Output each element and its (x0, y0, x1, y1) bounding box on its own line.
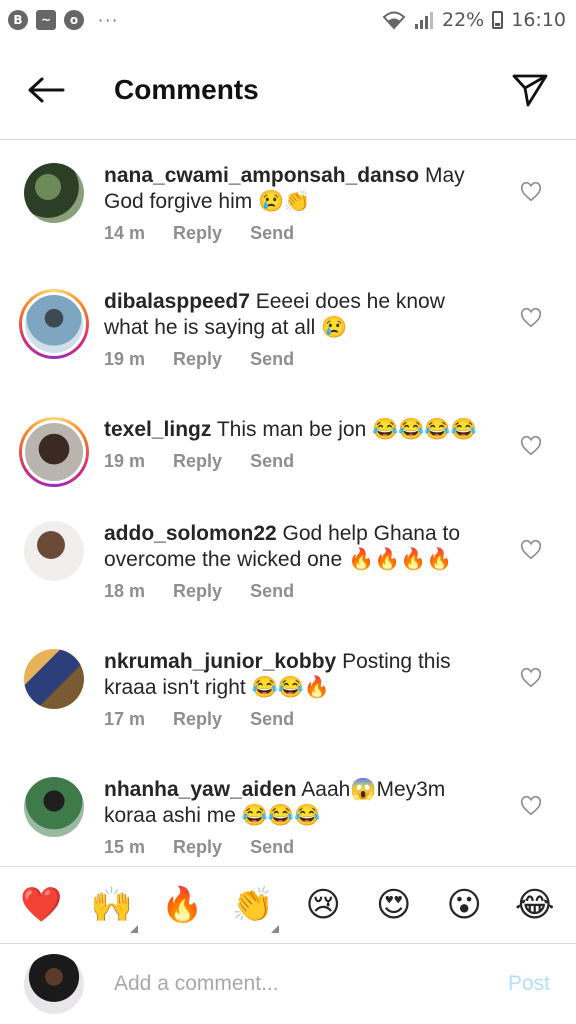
username-link[interactable]: nhanha_yaw_aiden (104, 778, 297, 801)
comment-text: nana_cwami_amponsah_danso May God forgiv… (104, 163, 492, 215)
username-link[interactable]: addo_solomon22 (104, 522, 277, 545)
reply-button[interactable]: Reply (173, 451, 222, 472)
skin-tone-indicator (129, 925, 138, 933)
comment-meta: 17 m Reply Send (104, 709, 492, 730)
status-right: 22% 16:10 (382, 9, 566, 31)
emoji-clap-button[interactable]: 👏 (223, 885, 283, 933)
comment-time: 14 m (104, 223, 146, 243)
send-button[interactable]: Send (250, 223, 294, 244)
emoji-heart-button[interactable]: ❤️ (11, 885, 71, 925)
comment-row: texel_lingz This man be jon 😂😂😂😂 19 m Re… (0, 417, 576, 487)
comment-time: 17 m (104, 709, 146, 729)
battery-icon (492, 11, 504, 29)
comment-meta: 18 m Reply Send (104, 581, 492, 602)
comment-text: nhanha_yaw_aiden Aaah😱Mey3m koraa ashi m… (104, 777, 492, 829)
emoji-raised-hands-button[interactable]: 🙌 (82, 885, 142, 933)
emoji-cry-button[interactable]: 😢 (293, 885, 353, 925)
comment-meta: 19 m Reply Send (104, 451, 492, 472)
username-link[interactable]: nkrumah_junior_kobby (104, 650, 336, 673)
status-bar: B ~ o ··· 22% 16:10 (0, 0, 576, 40)
comment-body: This man be jon 😂😂😂😂 (216, 418, 477, 441)
heart-icon[interactable] (520, 435, 542, 457)
more-notifications-icon: ··· (98, 10, 120, 30)
clock: 16:10 (511, 9, 566, 31)
send-button[interactable]: Send (250, 451, 294, 472)
status-left: B ~ o ··· (8, 10, 119, 30)
avatar[interactable] (24, 163, 84, 223)
comment-row: nana_cwami_amponsah_danso May God forgiv… (0, 163, 576, 244)
heart-icon[interactable] (520, 539, 542, 561)
comment-time: 19 m (104, 451, 146, 471)
username-link[interactable]: texel_lingz (104, 418, 211, 441)
heart-icon[interactable] (520, 181, 542, 203)
reply-button[interactable]: Reply (173, 837, 222, 858)
b-app-icon: B (8, 10, 28, 30)
heart-icon[interactable] (520, 795, 542, 817)
comment-row: nkrumah_junior_kobby Posting this kraaa … (0, 649, 576, 730)
emoji-surprised-button[interactable]: 😮 (434, 885, 494, 925)
reply-button[interactable]: Reply (173, 709, 222, 730)
comment-composer: Post (0, 944, 576, 1024)
send-button[interactable]: Send (250, 709, 294, 730)
reply-button[interactable]: Reply (173, 349, 222, 370)
post-button[interactable]: Post (508, 972, 550, 996)
comment-meta: 14 m Reply Send (104, 223, 492, 244)
share-button[interactable] (510, 70, 550, 110)
back-button[interactable] (26, 70, 66, 110)
heart-icon[interactable] (520, 307, 542, 329)
arrow-left-icon (28, 77, 65, 102)
comment-meta: 15 m Reply Send (104, 837, 492, 858)
comment-list[interactable]: nana_cwami_amponsah_danso May God forgiv… (0, 141, 576, 866)
comment-input[interactable] (114, 972, 508, 996)
comment-time: 15 m (104, 837, 146, 857)
comment-row: addo_solomon22 God help Ghana to overcom… (0, 521, 576, 602)
wifi-icon (382, 11, 406, 30)
username-link[interactable]: nana_cwami_amponsah_danso (104, 164, 419, 187)
avatar[interactable] (24, 777, 84, 837)
avatar[interactable] (24, 649, 84, 709)
signal-icon (415, 12, 433, 29)
emoji-fire-button[interactable]: 🔥 (152, 885, 212, 925)
avatar[interactable] (24, 521, 84, 581)
paper-plane-icon (512, 74, 548, 106)
header: Comments (0, 40, 576, 140)
app-notification-icon: o (64, 10, 84, 30)
comment-time: 19 m (104, 349, 146, 369)
send-button[interactable]: Send (250, 349, 294, 370)
page-title: Comments (114, 73, 259, 105)
send-button[interactable]: Send (250, 581, 294, 602)
comment-time: 18 m (104, 581, 146, 601)
reply-button[interactable]: Reply (173, 223, 222, 244)
send-button[interactable]: Send (250, 837, 294, 858)
emoji-quick-bar: ❤️ 🙌 🔥 👏 😢 😍 😮 😂 (0, 866, 576, 944)
comment-text: dibalasppeed7 Eeeei does he know what he… (104, 289, 492, 341)
current-user-avatar (24, 954, 84, 1014)
avatar-story-ring[interactable] (19, 289, 89, 359)
emoji-heart-eyes-button[interactable]: 😍 (364, 885, 424, 925)
comment-text: addo_solomon22 God help Ghana to overcom… (104, 521, 492, 573)
comment-row: dibalasppeed7 Eeeei does he know what he… (0, 289, 576, 370)
comment-meta: 19 m Reply Send (104, 349, 492, 370)
reply-button[interactable]: Reply (173, 581, 222, 602)
emoji-tears-of-joy-button[interactable]: 😂 (505, 885, 565, 925)
comment-text: nkrumah_junior_kobby Posting this kraaa … (104, 649, 492, 701)
comment-text: texel_lingz This man be jon 😂😂😂😂 (104, 417, 492, 443)
avatar-story-ring[interactable] (19, 417, 89, 487)
activity-icon: ~ (36, 10, 56, 30)
comment-row: nhanha_yaw_aiden Aaah😱Mey3m koraa ashi m… (0, 777, 576, 858)
battery-percent: 22% (442, 9, 485, 31)
skin-tone-indicator (270, 925, 279, 933)
username-link[interactable]: dibalasppeed7 (104, 290, 250, 313)
heart-icon[interactable] (520, 667, 542, 689)
